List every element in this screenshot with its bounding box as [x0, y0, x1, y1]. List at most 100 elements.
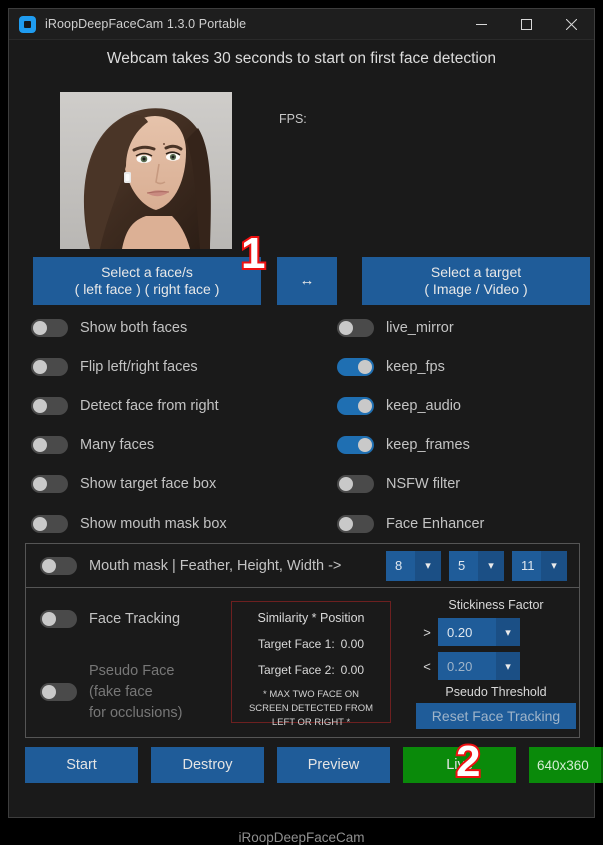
target-face-2-value: 0.00	[340, 663, 365, 677]
switch-face-tracking[interactable]	[40, 610, 77, 628]
label-nsfw-filter: NSFW filter	[386, 476, 461, 493]
toggle-row-face-tracking[interactable]: Face Tracking	[40, 610, 180, 628]
greater-than-symbol: >	[423, 624, 431, 640]
toggle-row-keep-fps[interactable]: keep_fps	[337, 347, 587, 386]
chevron-down-icon: ▾	[478, 550, 504, 581]
source-face-image	[60, 92, 232, 249]
dropdown-height-value: 5	[458, 558, 466, 573]
toggle-row-live-mirror[interactable]: live_mirror	[337, 308, 587, 347]
stickiness-title: Stickiness Factor	[448, 598, 544, 612]
swap-faces-button[interactable]: ↔	[277, 257, 337, 305]
stickiness-less-row: < 0.20 ▾	[416, 652, 576, 680]
bottom-button-bar: Start Destroy Preview Live 640x360 ▾	[25, 747, 603, 783]
destroy-button[interactable]: Destroy	[151, 747, 264, 783]
main-content: Webcam takes 30 seconds to start on firs…	[9, 40, 603, 845]
toggle-row-target-face-box[interactable]: Show target face box	[31, 465, 321, 504]
label-keep-fps: keep_fps	[386, 358, 445, 375]
switch-mouth-mask-box[interactable]	[31, 514, 68, 533]
toggle-row-nsfw-filter[interactable]: NSFW filter	[337, 465, 587, 504]
switch-detect-from-right[interactable]	[31, 396, 68, 415]
toggle-row-pseudo-face[interactable]: Pseudo Face (fake face for occlusions)	[40, 661, 182, 724]
target-face-1-value: 0.00	[340, 637, 365, 651]
toggle-row-keep-frames[interactable]: keep_frames	[337, 426, 587, 465]
annotation-marker-2: 2	[454, 737, 483, 786]
dropdown-feather[interactable]: 8 ▾	[386, 550, 441, 581]
switch-many-faces[interactable]	[31, 436, 68, 455]
label-live-mirror: live_mirror	[386, 319, 454, 336]
switch-live-mirror[interactable]	[337, 318, 374, 337]
minimize-icon[interactable]	[459, 9, 504, 39]
window-title: iRoopDeepFaceCam 1.3.0 Portable	[45, 17, 247, 31]
switch-flip-faces[interactable]	[31, 357, 68, 376]
select-target-button[interactable]: Select a target ( Image / Video )	[362, 257, 590, 305]
app-logo-icon	[19, 15, 36, 33]
start-button[interactable]: Start	[25, 747, 138, 783]
headline-text: Webcam takes 30 seconds to start on firs…	[106, 50, 497, 67]
pseudo-line-2: (fake face	[89, 684, 153, 701]
toggle-row-face-enhancer[interactable]: Face Enhancer	[337, 504, 587, 543]
dropdown-stickiness-greater-value: 0.20	[447, 624, 473, 640]
chevron-down-icon: ▾	[415, 550, 441, 581]
switch-face-enhancer[interactable]	[337, 514, 374, 533]
label-pseudo-face: Pseudo Face (fake face for occlusions)	[89, 661, 182, 724]
toggle-row-keep-audio[interactable]: keep_audio	[337, 386, 587, 425]
label-flip-faces: Flip left/right faces	[80, 358, 198, 375]
dropdown-resolution-value: 640x360	[537, 757, 589, 773]
switch-mouth-mask[interactable]	[40, 556, 77, 575]
label-mouth-mask: Mouth mask | Feather, Height, Width ->	[89, 557, 342, 574]
pseudo-threshold-label: Pseudo Threshold	[445, 685, 547, 699]
switch-keep-fps[interactable]	[337, 357, 374, 376]
dropdown-stickiness-less[interactable]: 0.20 ▾	[438, 652, 520, 680]
target-face-1-label: Target Face 1:	[257, 637, 335, 651]
label-face-tracking: Face Tracking	[89, 611, 181, 627]
select-face-button[interactable]: Select a face/s ( left face ) ( right fa…	[33, 257, 261, 305]
source-face-preview[interactable]: |	[60, 92, 232, 249]
dropdown-stickiness-greater[interactable]: 0.20 ▾	[438, 618, 520, 646]
face-tracking-row: Face Tracking Pseudo Face (fake face for…	[26, 588, 579, 737]
label-many-faces: Many faces	[80, 437, 155, 454]
note-line-1: * MAX TWO FACE ON	[263, 689, 359, 700]
switch-show-both-faces[interactable]	[31, 318, 68, 337]
label-keep-audio: keep_audio	[386, 397, 461, 414]
toggle-row-show-both-faces[interactable]: Show both faces	[31, 308, 321, 347]
label-target-face-box: Show target face box	[80, 476, 217, 493]
toggle-row-mouth-mask-box[interactable]: Show mouth mask box	[31, 504, 321, 543]
similarity-title: Similarity * Position	[257, 611, 365, 625]
swap-arrows-icon: ↔	[299, 271, 315, 289]
dropdown-height[interactable]: 5 ▾	[449, 550, 504, 581]
mouth-mask-row: Mouth mask | Feather, Height, Width -> 8…	[26, 544, 579, 588]
dropdown-width[interactable]: 11 ▾	[512, 550, 567, 581]
window-controls	[459, 9, 594, 39]
label-show-both-faces: Show both faces	[80, 319, 188, 336]
switch-nsfw-filter[interactable]	[337, 475, 374, 494]
dropdown-resolution[interactable]: 640x360 ▾	[529, 747, 603, 783]
note-line-3: LEFT OR RIGHT *	[271, 716, 351, 728]
switch-pseudo-face[interactable]	[40, 683, 77, 701]
label-keep-frames: keep_frames	[386, 437, 470, 454]
switch-keep-audio[interactable]	[337, 396, 374, 415]
toggle-column-left: Show both faces Flip left/right faces De…	[31, 308, 321, 543]
toggle-row-detect-from-right[interactable]: Detect face from right	[31, 386, 321, 425]
preview-button[interactable]: Preview	[277, 747, 390, 783]
footer-text: iRoopDeepFaceCam	[238, 830, 365, 845]
chevron-down-icon: ▾	[541, 550, 567, 581]
dropdown-stickiness-less-value: 0.20	[447, 658, 473, 674]
toggle-column-right: live_mirror keep_fps keep_audio keep_fra…	[337, 308, 587, 543]
chevron-down-icon: ▾	[496, 652, 520, 680]
toggle-row-many-faces[interactable]: Many faces	[31, 426, 321, 465]
switch-target-face-box[interactable]	[31, 475, 68, 494]
maximize-icon[interactable]	[504, 9, 549, 39]
similarity-position-box: Similarity * Position Target Face 1: 0.00…	[231, 601, 391, 728]
switch-keep-frames[interactable]	[337, 436, 374, 455]
select-face-line1: Select a face/s	[101, 263, 193, 280]
label-mouth-mask-box: Show mouth mask box	[80, 515, 227, 532]
mouth-mask-tracking-panel: Mouth mask | Feather, Height, Width -> 8…	[25, 543, 580, 738]
toggle-row-flip-faces[interactable]: Flip left/right faces	[31, 347, 321, 386]
close-icon[interactable]	[549, 9, 594, 39]
reset-face-tracking-button[interactable]: Reset Face Tracking	[416, 703, 576, 729]
target-face-2-label: Target Face 2:	[257, 663, 335, 677]
less-than-symbol: <	[423, 658, 431, 674]
select-target-line2: ( Image / Video )	[424, 281, 528, 297]
pseudo-line-1: Pseudo Face	[89, 663, 175, 679]
stickiness-greater-row: > 0.20 ▾	[416, 618, 576, 646]
